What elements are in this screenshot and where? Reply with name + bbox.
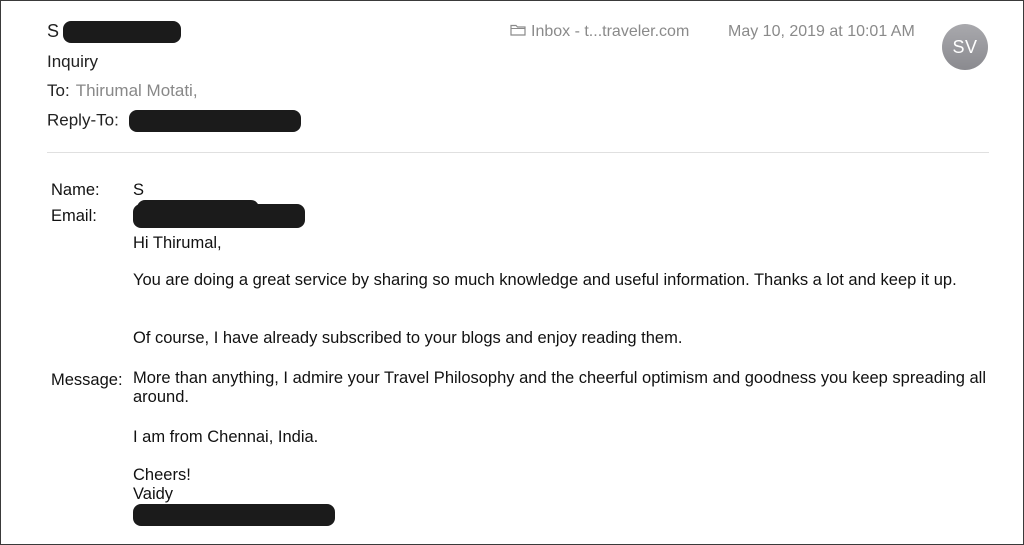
reply-to-line: Reply-To: <box>47 110 301 132</box>
sender-line[interactable]: S <box>47 21 182 44</box>
message-paragraph-1: You are doing a great service by sharing… <box>133 271 957 289</box>
reply-to-redaction[interactable] <box>128 110 301 132</box>
email-redaction[interactable] <box>133 204 305 228</box>
sender-initial: S <box>47 21 60 41</box>
to-label: To: <box>47 81 70 100</box>
to-recipient[interactable]: Thirumal Motati, <box>76 81 198 100</box>
name-value: S <box>133 181 145 199</box>
reply-to-label: Reply-To: <box>47 110 119 130</box>
name-label: Name: <box>51 181 100 199</box>
message-paragraph-4: I am from Chennai, India. <box>133 428 319 446</box>
message-paragraph-2: Of course, I have already subscribed to … <box>133 329 683 347</box>
folder-icon <box>510 23 526 41</box>
email-value-line <box>133 204 305 228</box>
email-label: Email: <box>51 207 97 225</box>
to-line: To: Thirumal Motati, <box>47 81 198 101</box>
message-label: Message: <box>51 371 123 389</box>
message-greeting: Hi Thirumal, <box>133 234 222 252</box>
mailbox-label: Inbox - t...traveler.com <box>531 23 690 40</box>
subject: Inquiry <box>47 52 99 71</box>
message-signature: Vaidy <box>133 485 174 503</box>
signature-redaction-line <box>133 504 335 526</box>
sender-avatar[interactable]: SV <box>942 24 988 70</box>
mailbox-link[interactable]: Inbox - t...traveler.com <box>510 23 689 41</box>
header-divider <box>47 152 989 153</box>
signature-redaction <box>133 504 335 526</box>
message-signoff: Cheers! <box>133 466 191 484</box>
email-window: S Inquiry To: Thirumal Motati, Reply-To: … <box>0 0 1024 545</box>
message-paragraph-3: More than anything, I admire your Travel… <box>133 369 986 406</box>
sender-redaction <box>63 21 182 44</box>
received-date: May 10, 2019 at 10:01 AM <box>728 23 915 40</box>
